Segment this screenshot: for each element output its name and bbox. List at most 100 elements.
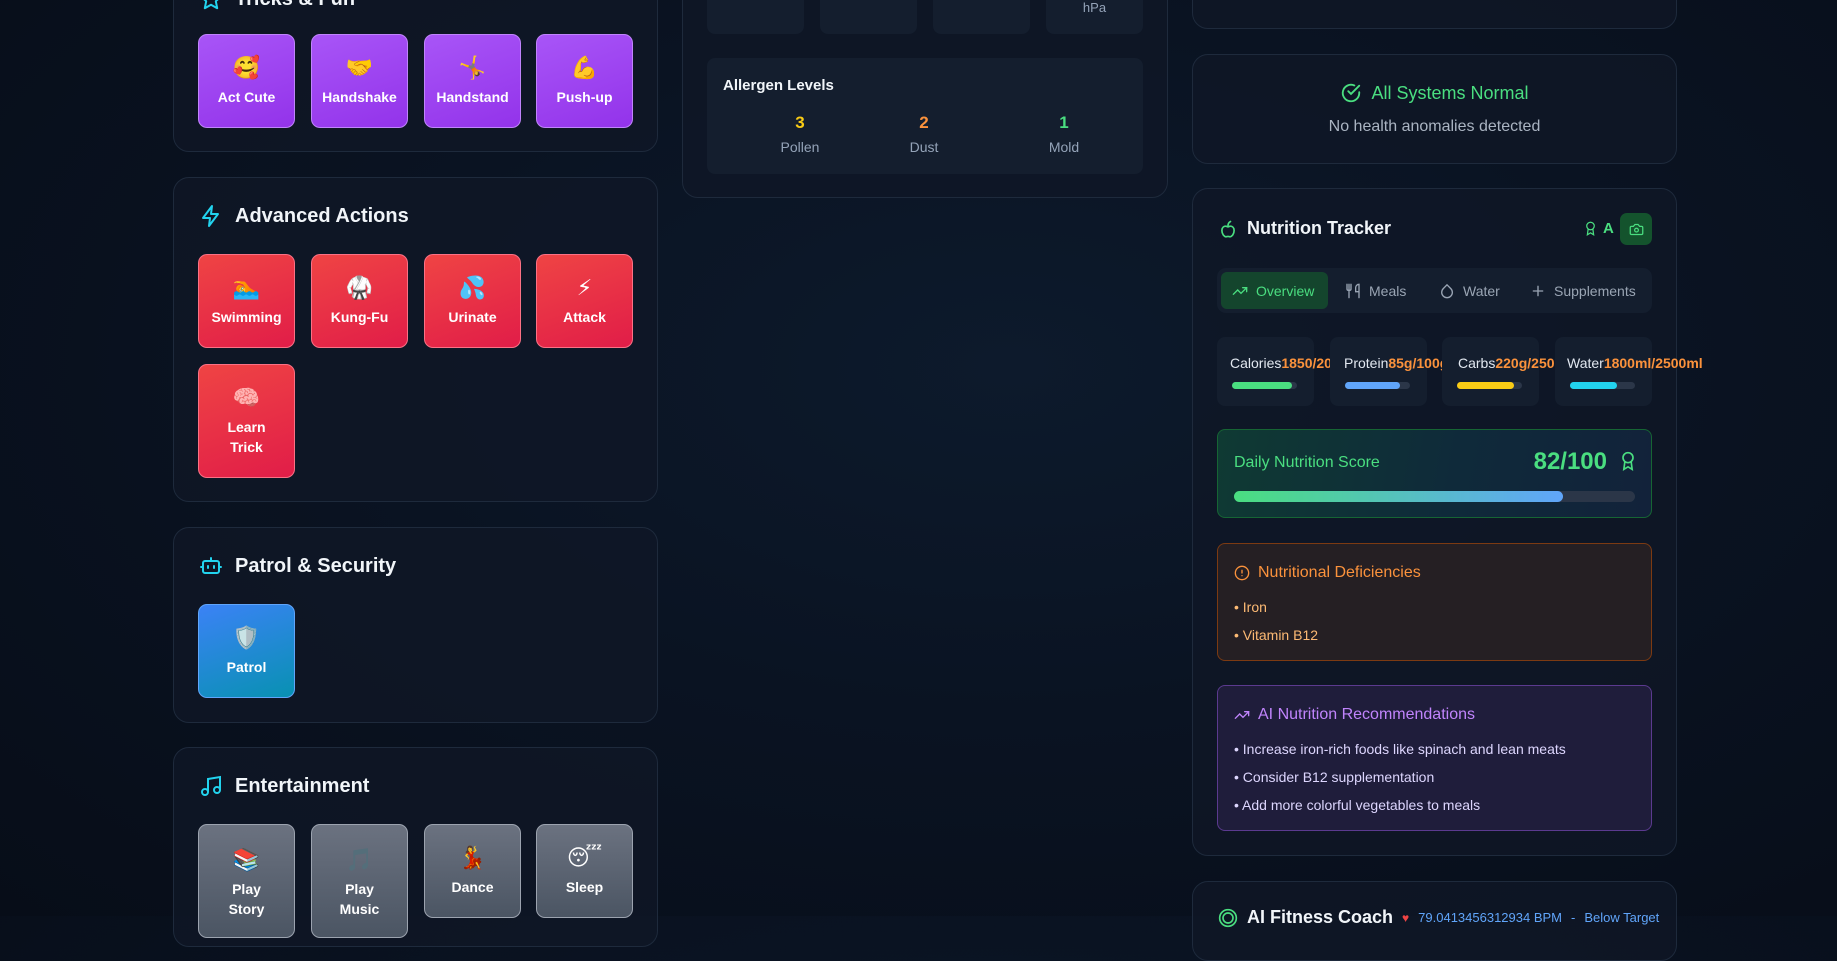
droplet-icon <box>1441 283 1453 298</box>
deficiencies-title-label: Nutritional Deficiencies <box>1258 564 1421 581</box>
tab-supplements-label: Supplements <box>1554 282 1636 299</box>
kung-fu-button[interactable]: 🥋 Kung-Fu <box>311 254 408 348</box>
tab-overview[interactable]: Overview <box>1222 272 1324 309</box>
apple-icon <box>1221 220 1235 238</box>
swimming-button[interactable]: 🏊 Swimming <box>198 254 295 348</box>
push-up-button[interactable]: 💪 Push-up <box>536 34 633 128</box>
recommendation-item: • Add more colorful vegetables to meals <box>1234 797 1481 813</box>
trending-up-icon <box>1232 286 1248 295</box>
protein-progress-fill <box>1345 382 1401 389</box>
heart-rate-separator: - <box>1571 910 1576 925</box>
patrol-title-label: Patrol & Security <box>235 554 397 577</box>
calories-progress <box>1232 382 1297 389</box>
heart-rate-target: Below Target <box>1584 910 1660 925</box>
kung-fu-label: Kung-Fu <box>330 309 389 325</box>
push-up-emoji: 💪 <box>570 55 599 80</box>
tab-meals[interactable]: Meals <box>1335 272 1416 309</box>
deficiencies-title: Nutritional Deficiencies <box>1234 564 1421 582</box>
handshake-button[interactable]: 🤝 Handshake <box>311 34 408 128</box>
carbs-label: Carbs <box>1458 355 1496 371</box>
play-story-emoji: 📚 <box>232 847 261 872</box>
tab-water[interactable]: Water <box>1429 272 1510 309</box>
water-text: Water1800ml/2500ml <box>1567 355 1703 371</box>
fitness-coach-header: AI Fitness Coach ♥ 79.0413456312934 BPM … <box>1218 907 1659 928</box>
deficiency-item: • Iron <box>1234 599 1267 615</box>
play-story-label: Play Story <box>228 881 265 917</box>
dust-value: 2 <box>919 113 929 132</box>
calories-label: Calories <box>1230 355 1282 371</box>
handshake-emoji: 🤝 <box>345 55 374 80</box>
attack-button[interactable]: ⚡ Attack <box>536 254 633 348</box>
check-circle-icon <box>1342 83 1361 103</box>
patrol-emoji: 🛡️ <box>232 625 261 650</box>
tab-meals-label: Meals <box>1369 282 1407 299</box>
health-message: No health anomalies detected <box>1328 118 1541 135</box>
env-stat-box-2 <box>820 0 917 34</box>
mold-label: Mold <box>1048 139 1080 155</box>
daily-score-panel: Daily Nutrition Score 82/100 <box>1217 429 1652 518</box>
tricks-title-label: Tricks & Fun <box>235 0 355 11</box>
water-stat: Water1800ml/2500ml <box>1555 337 1703 406</box>
utensils-icon <box>1346 283 1360 298</box>
handstand-button[interactable]: 🤸 Handstand <box>424 34 521 128</box>
camera-button[interactable] <box>1620 213 1652 245</box>
health-status-label: All Systems Normal <box>1371 82 1529 103</box>
heart-icon: ♥ <box>1402 910 1410 925</box>
carbs-progress <box>1457 382 1522 389</box>
handstand-label: Handstand <box>436 89 509 105</box>
tab-supplements[interactable]: Supplements <box>1520 272 1646 309</box>
health-status-card <box>1192 54 1677 164</box>
urinate-label: Urinate <box>448 309 497 325</box>
entertainment-title: Entertainment <box>199 774 369 798</box>
allergen-title: Allergen Levels <box>723 77 834 94</box>
allergen-panel: Allergen Levels 3 Pollen 2 Dust 1 Mold <box>707 58 1143 174</box>
play-music-label: Play Music <box>339 881 380 917</box>
top-right-card <box>1192 0 1677 29</box>
act-cute-emoji: 🥰 <box>232 55 261 80</box>
carbs-stat: Carbs220g/250g <box>1442 337 1563 406</box>
env-stat-box-3 <box>933 0 1030 34</box>
sleep-button[interactable]: 😴 Sleep <box>536 824 633 918</box>
kung-fu-emoji: 🥋 <box>345 275 374 300</box>
water-progress <box>1570 382 1635 389</box>
fitness-coach-title: AI Fitness Coach <box>1247 907 1394 927</box>
env-stat-box-1 <box>707 0 804 34</box>
water-progress-fill <box>1570 382 1617 389</box>
recommendations-title: AI Nutrition Recommendations <box>1234 706 1475 724</box>
swimming-emoji: 🏊 <box>232 275 261 300</box>
handshake-label: Handshake <box>322 89 397 105</box>
learn-trick-button[interactable]: 🧠 Learn Trick <box>198 364 295 478</box>
protein-progress <box>1345 382 1410 389</box>
pollen-value: 3 <box>795 113 805 132</box>
attack-emoji: ⚡ <box>576 275 593 300</box>
nutrition-title-label: Nutrition Tracker <box>1247 218 1392 238</box>
handstand-emoji: 🤸 <box>458 55 487 80</box>
calories-progress-fill <box>1232 382 1293 389</box>
protein-label: Protein <box>1344 355 1389 371</box>
play-music-button[interactable]: 🎵 Play Music <box>311 824 408 938</box>
patrol-button[interactable]: 🛡️ Patrol <box>198 604 295 698</box>
nutrition-title: Nutrition Tracker <box>1218 218 1391 239</box>
robot-icon <box>200 557 222 574</box>
play-story-button[interactable]: 📚 Play Story <box>198 824 295 938</box>
calories-stat: Calories1850/2000 <box>1217 337 1348 406</box>
urinate-button[interactable]: 💦 Urinate <box>424 254 521 348</box>
dance-button[interactable]: 💃 Dance <box>424 824 521 918</box>
attack-label: Attack <box>563 309 606 325</box>
music-note-icon <box>201 775 221 796</box>
protein-stat: Protein85g/100g <box>1330 337 1448 406</box>
advanced-actions-title: Advanced Actions <box>199 204 409 228</box>
protein-value: 85g/100g <box>1388 355 1449 371</box>
env-stat-box-pressure: hPa <box>1046 0 1143 34</box>
act-cute-button[interactable]: 🥰 Act Cute <box>198 34 295 128</box>
recommendations-title-label: AI Nutrition Recommendations <box>1258 706 1475 723</box>
recommendations-panel: AI Nutrition Recommendations • Increase … <box>1217 685 1652 831</box>
tab-water-label: Water <box>1463 282 1500 299</box>
dust-label: Dust <box>909 139 939 155</box>
plus-icon <box>1532 285 1544 296</box>
protein-text: Protein85g/100g <box>1344 355 1448 371</box>
water-value: 1800ml/2500ml <box>1603 355 1703 371</box>
learn-trick-emoji: 🧠 <box>232 385 261 410</box>
daily-score-value: 82/100 <box>1533 448 1607 475</box>
carbs-text: Carbs220g/250g <box>1458 355 1563 371</box>
